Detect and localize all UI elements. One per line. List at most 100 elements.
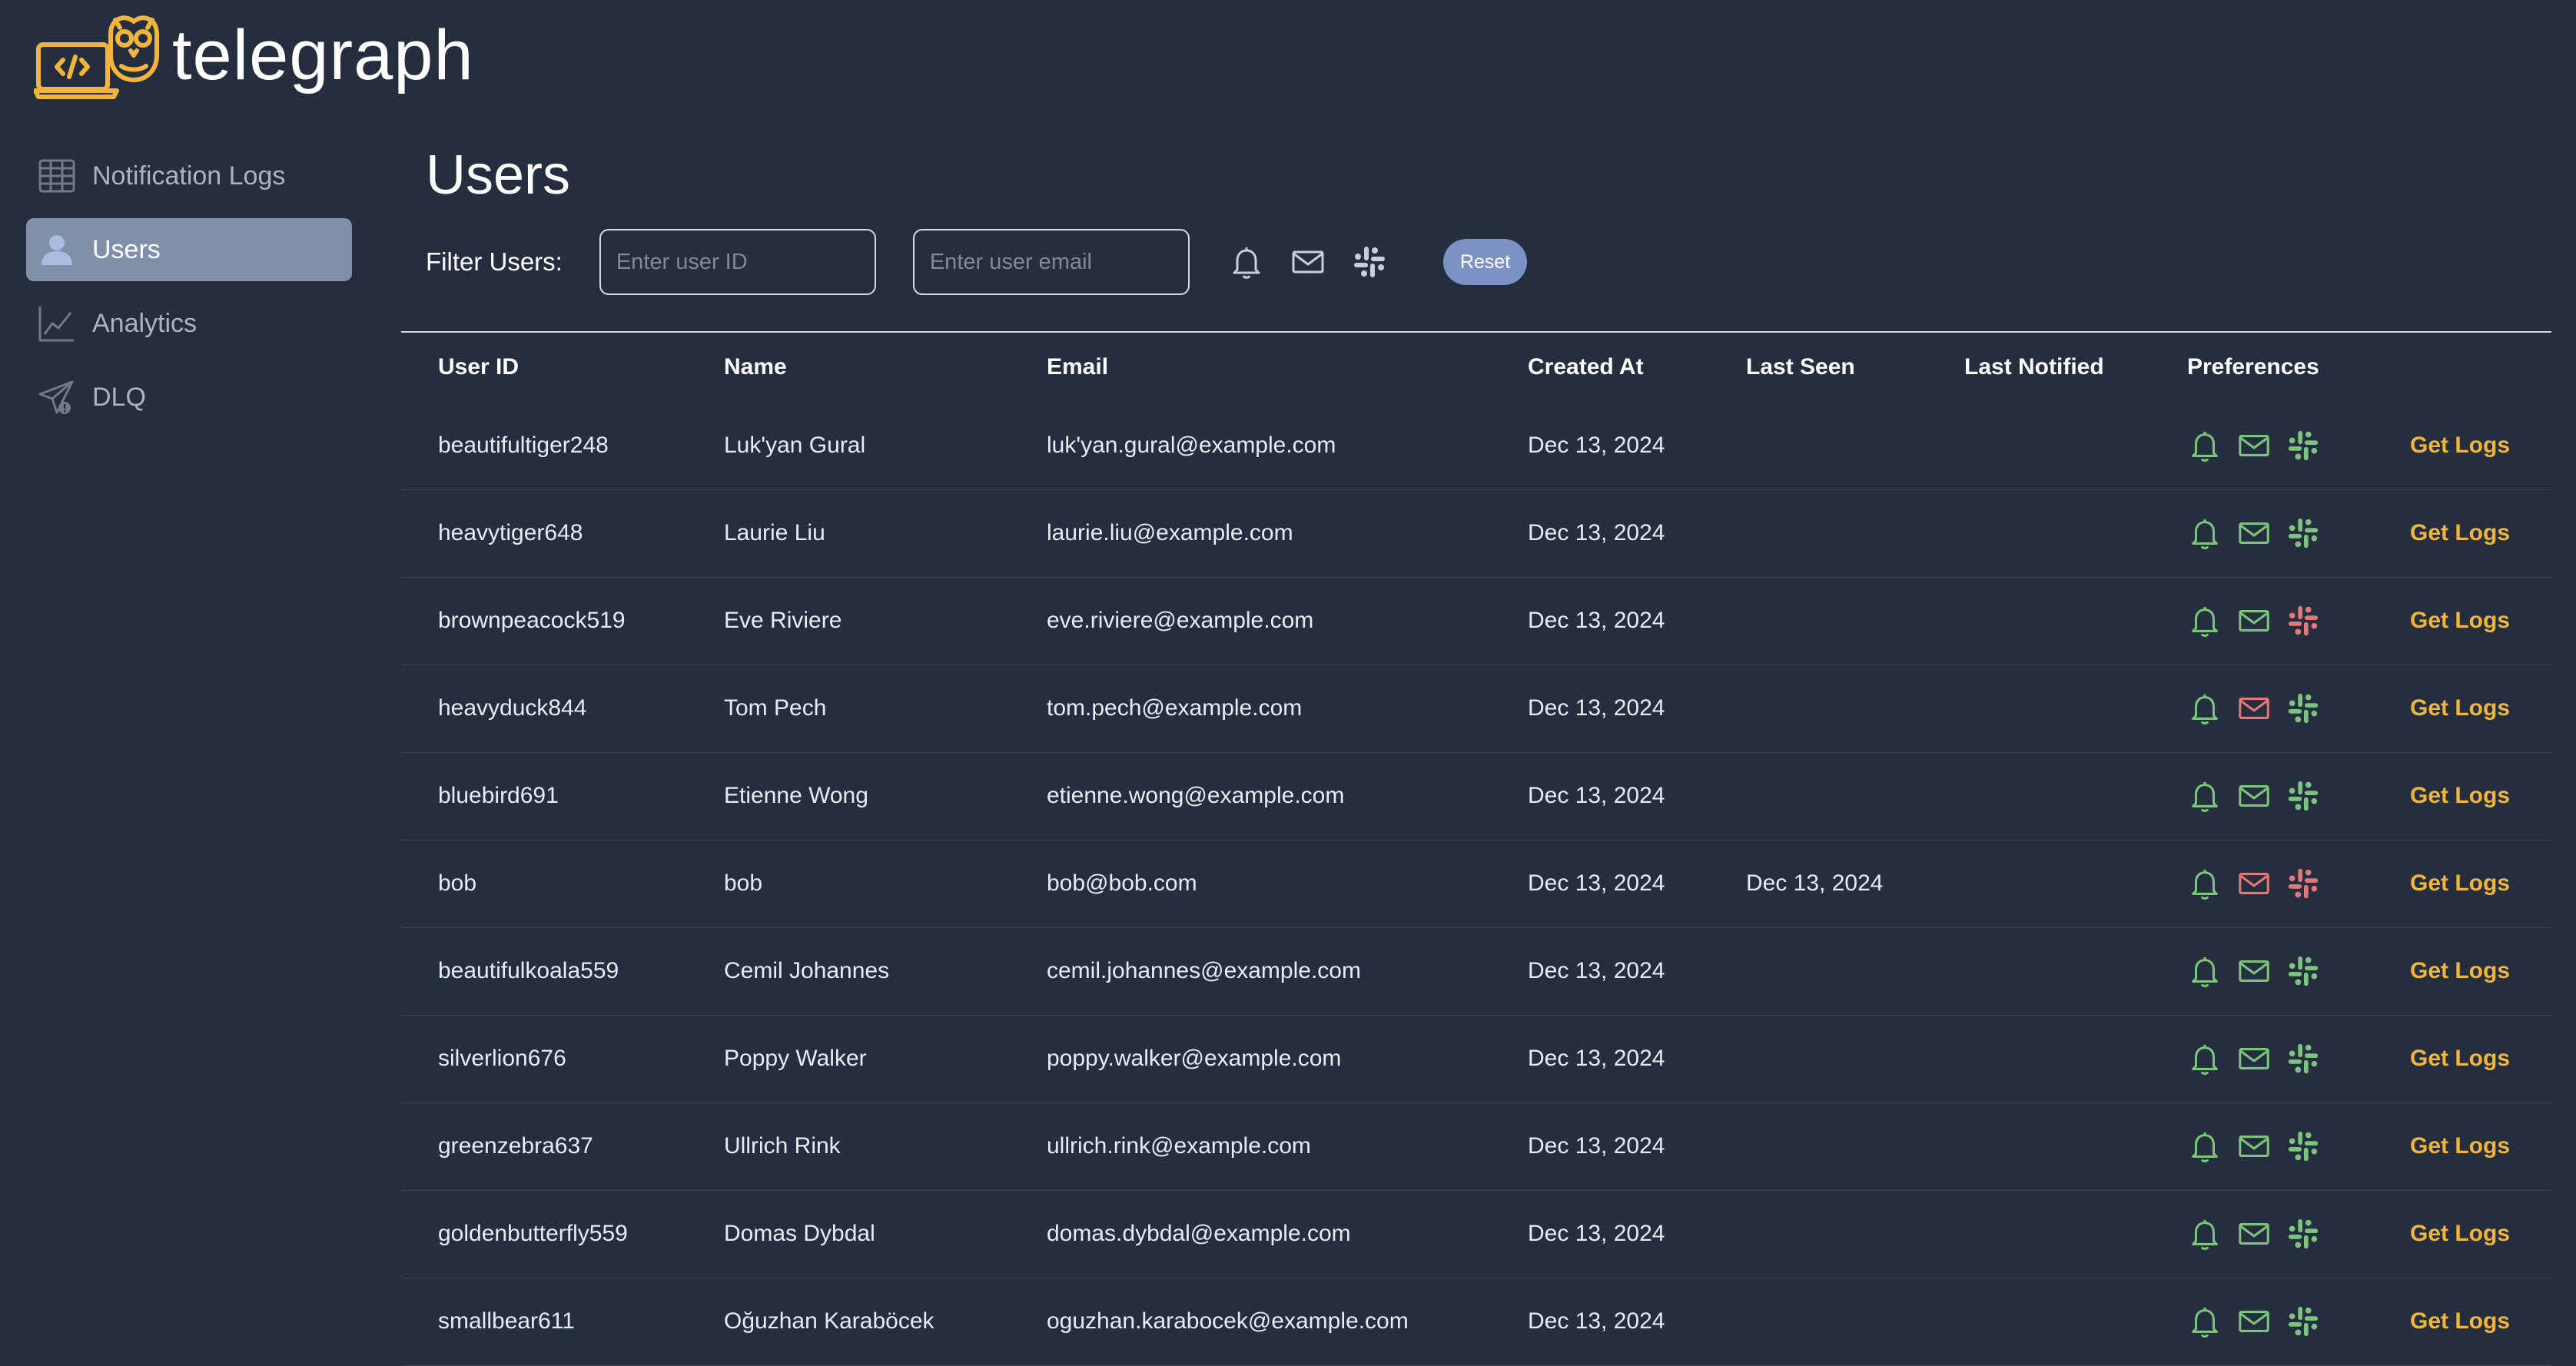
last-seen-cell [1709,1102,1927,1191]
email-cell: tom.pech@example.com [1010,665,1491,753]
sidebar-item-dlq[interactable]: DLQ [26,366,352,429]
last-notified-cell [1927,840,2150,928]
name-cell: Laurie Liu [687,489,1010,578]
last-seen-cell [1709,1015,1927,1103]
user-id-cell: heavyduck844 [401,665,687,753]
filter-bar: Filter Users: Enter user ID Enter user e… [426,229,1528,295]
mail-icon [2236,516,2272,551]
get-logs-link[interactable]: Get Logs [2410,1221,2510,1246]
preference-icons [2187,778,2373,814]
table-row: beautifultiger248 Luk'yan Gural luk'yan.gu… [401,402,2551,490]
slack-icon [2286,953,2321,989]
sidebar-item-analytics[interactable]: Analytics [26,292,352,355]
user-id-filter-input[interactable] [599,229,876,295]
created-at-cell: Dec 13, 2024 [1491,752,1709,840]
last-notified-cell [1927,1190,2150,1278]
column-header-created-at[interactable]: Created At [1491,333,1709,402]
sidebar-item-users[interactable]: Users [26,218,352,281]
preference-icons [2187,953,2373,989]
name-cell: Domas Dybdal [687,1190,1010,1278]
mail-icon [2236,1129,2272,1164]
column-header-user-id[interactable]: User ID [401,333,687,402]
preferences-cell [2150,402,2373,490]
preferences-cell [2150,1278,2373,1366]
bell-icon [2187,428,2222,463]
table-body: beautifultiger248 Luk'yan Gural luk'yan.gu… [401,402,2551,1366]
created-at-cell: Dec 13, 2024 [1491,1278,1709,1366]
email-cell: cemil.johannes@example.com [1010,927,1491,1016]
in-app-filter-toggle[interactable] [1227,242,1266,282]
slack-icon [2286,603,2321,638]
actions-cell: Get Logs [2373,402,2551,490]
actions-cell: Get Logs [2373,1102,2551,1191]
user-id-cell: greenzebra637 [401,1102,687,1191]
actions-cell: Get Logs [2373,489,2551,578]
slack-icon [2286,778,2321,814]
actions-cell: Get Logs [2373,1278,2551,1366]
last-seen-cell [1709,752,1927,840]
last-notified-cell [1927,1102,2150,1191]
preferences-cell [2150,665,2373,753]
mail-icon [2236,866,2272,901]
bell-icon [2187,1216,2222,1252]
created-at-cell: Dec 13, 2024 [1491,1015,1709,1103]
preferences-cell [2150,577,2373,665]
preferences-cell [2150,1190,2373,1278]
get-logs-link[interactable]: Get Logs [2410,695,2510,721]
name-cell: Ullrich Rink [687,1102,1010,1191]
mail-icon [2236,1216,2272,1252]
last-seen-cell: Dec 13, 2024 [1709,840,1927,928]
sidebar-item-notification-logs[interactable]: Notification Logs [26,144,352,207]
email-filter-toggle[interactable] [1288,242,1328,282]
created-at-cell: Dec 13, 2024 [1491,1102,1709,1191]
get-logs-link[interactable]: Get Logs [2410,958,2510,983]
column-header-last-notified[interactable]: Last Notified [1927,333,2150,402]
name-cell: Cemil Johannes [687,927,1010,1016]
name-cell: Oğuzhan Karaböcek [687,1278,1010,1366]
actions-cell: Get Logs [2373,665,2551,753]
get-logs-link[interactable]: Get Logs [2410,1133,2510,1159]
slack-filter-toggle[interactable] [1349,242,1389,282]
get-logs-link[interactable]: Get Logs [2410,783,2510,808]
get-logs-link[interactable]: Get Logs [2410,1308,2510,1334]
sidebar-item-label: Analytics [92,308,198,338]
created-at-cell: Dec 13, 2024 [1491,402,1709,490]
user-id-cell: beautifultiger248 [401,402,687,490]
slack-icon [1353,247,1385,277]
bell-icon [2187,778,2222,814]
preference-icons [2187,516,2373,551]
column-header-last-seen[interactable]: Last Seen [1709,333,1927,402]
user-id-cell: smallbear611 [401,1278,687,1366]
email-cell: poppy.walker@example.com [1010,1015,1491,1103]
app-title: telegraph [172,16,474,94]
column-header-email[interactable]: Email [1010,333,1491,402]
user-email-filter-input[interactable] [912,229,1190,295]
get-logs-link[interactable]: Get Logs [2410,1046,2510,1071]
user-id-cell: bob [401,840,687,928]
users-table: User ID Name Email Created At Last Seen … [401,331,2551,1366]
name-cell: Luk'yan Gural [687,402,1010,490]
created-at-cell: Dec 13, 2024 [1491,577,1709,665]
email-cell: oguzhan.karabocek@example.com [1010,1278,1491,1366]
bell-icon [2187,516,2222,551]
reset-button[interactable]: Reset [1442,239,1528,285]
get-logs-link[interactable]: Get Logs [2410,870,2510,896]
bell-icon [2187,691,2222,726]
user-id-cell: silverlion676 [401,1015,687,1103]
created-at-cell: Dec 13, 2024 [1491,489,1709,578]
column-header-preferences[interactable]: Preferences [2150,333,2373,402]
table-row: brownpeacock519 Eve Riviere eve.riviere@ex… [401,577,2551,665]
column-header-name[interactable]: Name [687,333,1010,402]
get-logs-link[interactable]: Get Logs [2410,608,2510,633]
get-logs-link[interactable]: Get Logs [2410,433,2510,458]
preference-icons [2187,866,2373,901]
bell-icon [2187,866,2222,901]
get-logs-link[interactable]: Get Logs [2410,520,2510,545]
actions-cell: Get Logs [2373,1015,2551,1103]
logo[interactable]: telegraph [34,11,474,103]
last-notified-cell [1927,1278,2150,1366]
slack-icon [2286,1216,2321,1252]
name-cell: Poppy Walker [687,1015,1010,1103]
last-notified-cell [1927,489,2150,578]
slack-icon [2286,866,2321,901]
